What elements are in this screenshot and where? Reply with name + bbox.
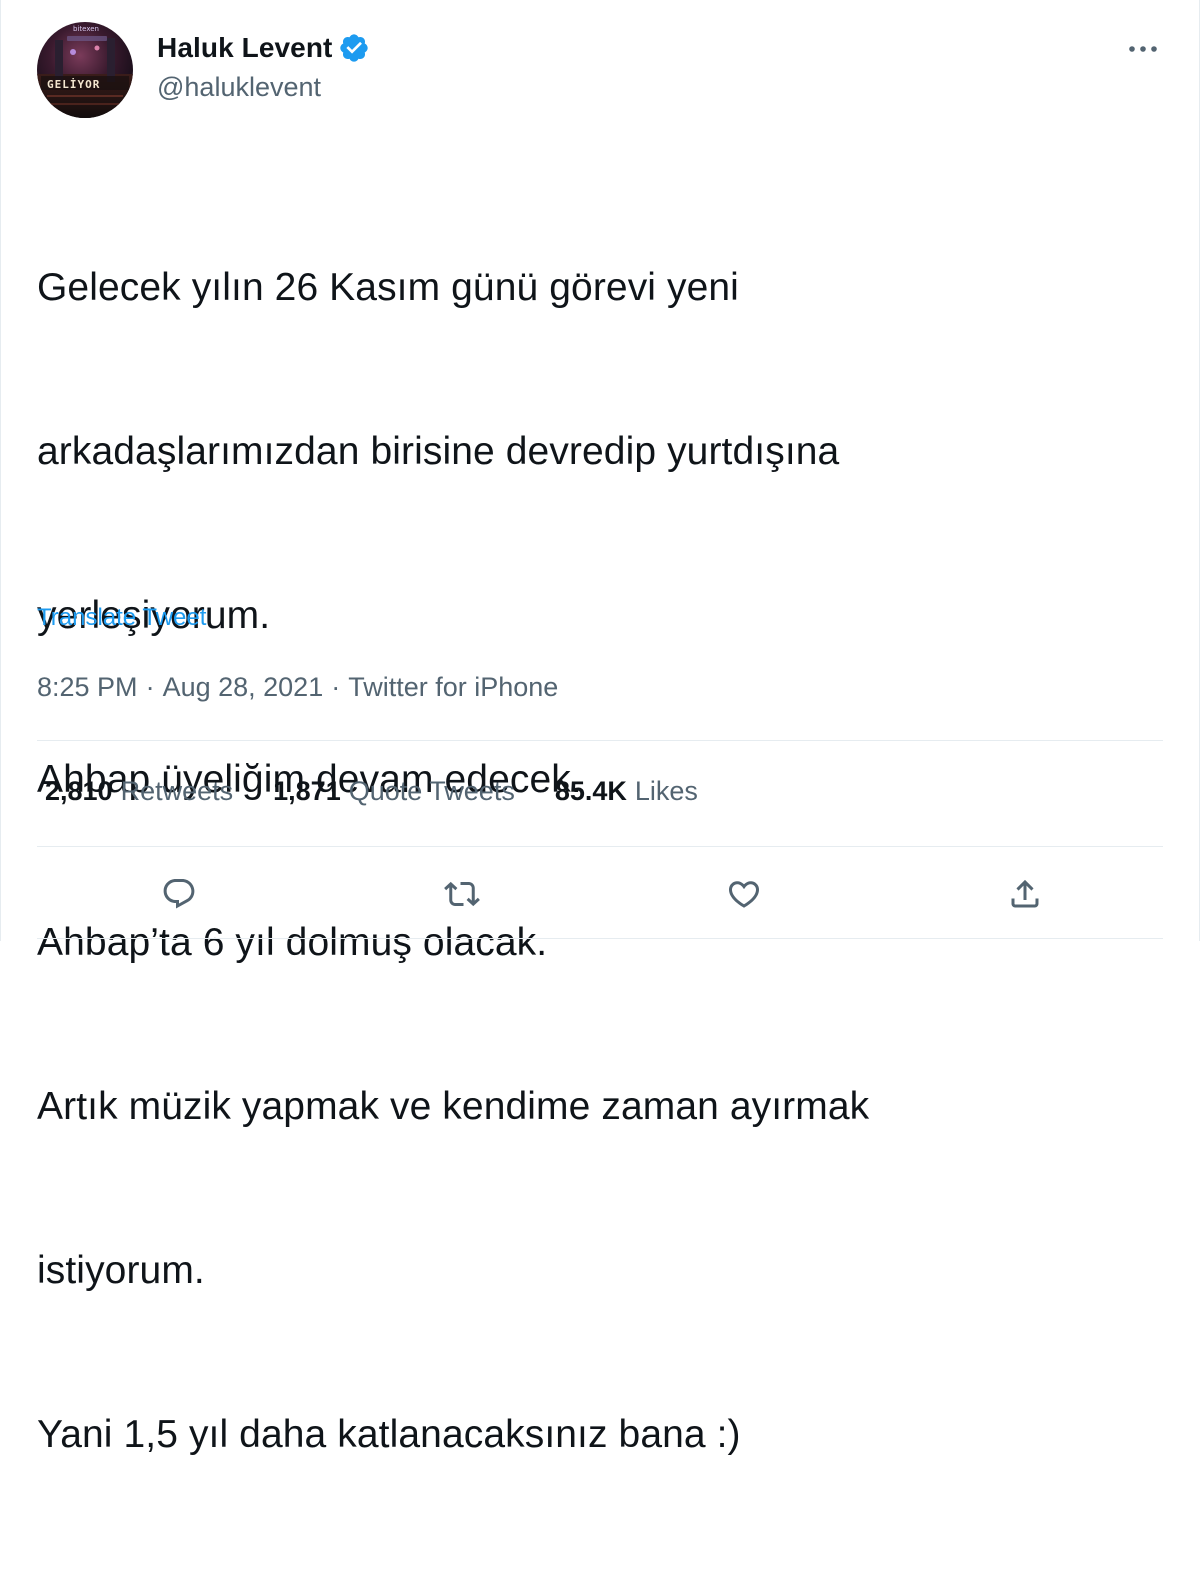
- more-options-button[interactable]: [1123, 34, 1163, 64]
- tweet-time[interactable]: 8:25 PM: [37, 672, 138, 703]
- verified-badge-icon: [338, 32, 370, 64]
- tweet-line: Ahbap’ta 6 yıl dolmuş olacak.: [37, 921, 548, 965]
- action-bar: [1, 870, 1199, 918]
- retweets-stat[interactable]: 2,810 Retweets: [45, 776, 233, 807]
- tweet-line: Yani 1,5 yıl daha katlanacaksınız bana :…: [37, 1412, 741, 1456]
- share-icon: [1011, 879, 1039, 908]
- share-button[interactable]: [1001, 870, 1049, 918]
- author-handle[interactable]: @haluklevent: [157, 72, 321, 103]
- divider: [37, 846, 1163, 847]
- avatar-small-text: bitexen: [73, 25, 99, 33]
- tweet-date[interactable]: Aug 28, 2021: [163, 672, 324, 703]
- tweet-line: istiyorum.: [37, 1248, 205, 1292]
- like-icon: [728, 881, 760, 908]
- more-dots-icon: [1129, 46, 1157, 52]
- tweet-line: Artık müzik yapmak ve kendime zaman ayır…: [37, 1085, 870, 1129]
- likes-label: Likes: [634, 776, 698, 806]
- tweet-meta: 8:25 PM · Aug 28, 2021 · Twitter for iPh…: [37, 672, 558, 703]
- retweets-label: Retweets: [120, 776, 234, 806]
- retweets-count: 2,810: [45, 776, 113, 806]
- profile-avatar-icon: [37, 22, 133, 118]
- like-button[interactable]: [720, 870, 768, 918]
- likes-count: 85.4K: [554, 776, 627, 806]
- quote-tweets-stat[interactable]: 1,871 Quote Tweets: [273, 776, 515, 807]
- engagement-stats: 2,810 Retweets 1,871 Quote Tweets 85.4K …: [45, 776, 738, 807]
- tweet-source[interactable]: Twitter for iPhone: [348, 672, 558, 703]
- display-name[interactable]: Haluk Levent: [157, 32, 332, 64]
- tweet-line: arkadaşlarımızdan birisine devredip yurt…: [37, 429, 840, 473]
- avatar-caption: GELİYOR: [47, 78, 101, 91]
- divider: [37, 740, 1163, 741]
- translate-tweet-link[interactable]: Translate Tweet: [37, 604, 206, 632]
- divider: [37, 938, 1163, 939]
- meta-separator: ·: [145, 672, 155, 702]
- tweet-detail: GELİYOR bitexen Haluk Levent @halukleven…: [0, 0, 1200, 1456]
- tweet-line: Gelecek yılın 26 Kasım günü görevi yeni: [37, 266, 739, 310]
- tweet-text: Gelecek yılın 26 Kasım günü görevi yeni …: [37, 152, 1047, 1571]
- reply-icon: [163, 879, 195, 909]
- author-name-row: Haluk Levent: [157, 30, 370, 66]
- reply-button[interactable]: [155, 870, 203, 918]
- retweet-icon: [444, 881, 480, 907]
- quote-tweets-label: Quote Tweets: [348, 776, 515, 806]
- likes-stat[interactable]: 85.4K Likes: [555, 776, 698, 807]
- meta-separator: ·: [331, 672, 341, 702]
- avatar[interactable]: GELİYOR bitexen: [37, 22, 133, 118]
- quote-tweets-count: 1,871: [273, 776, 341, 806]
- retweet-button[interactable]: [438, 870, 486, 918]
